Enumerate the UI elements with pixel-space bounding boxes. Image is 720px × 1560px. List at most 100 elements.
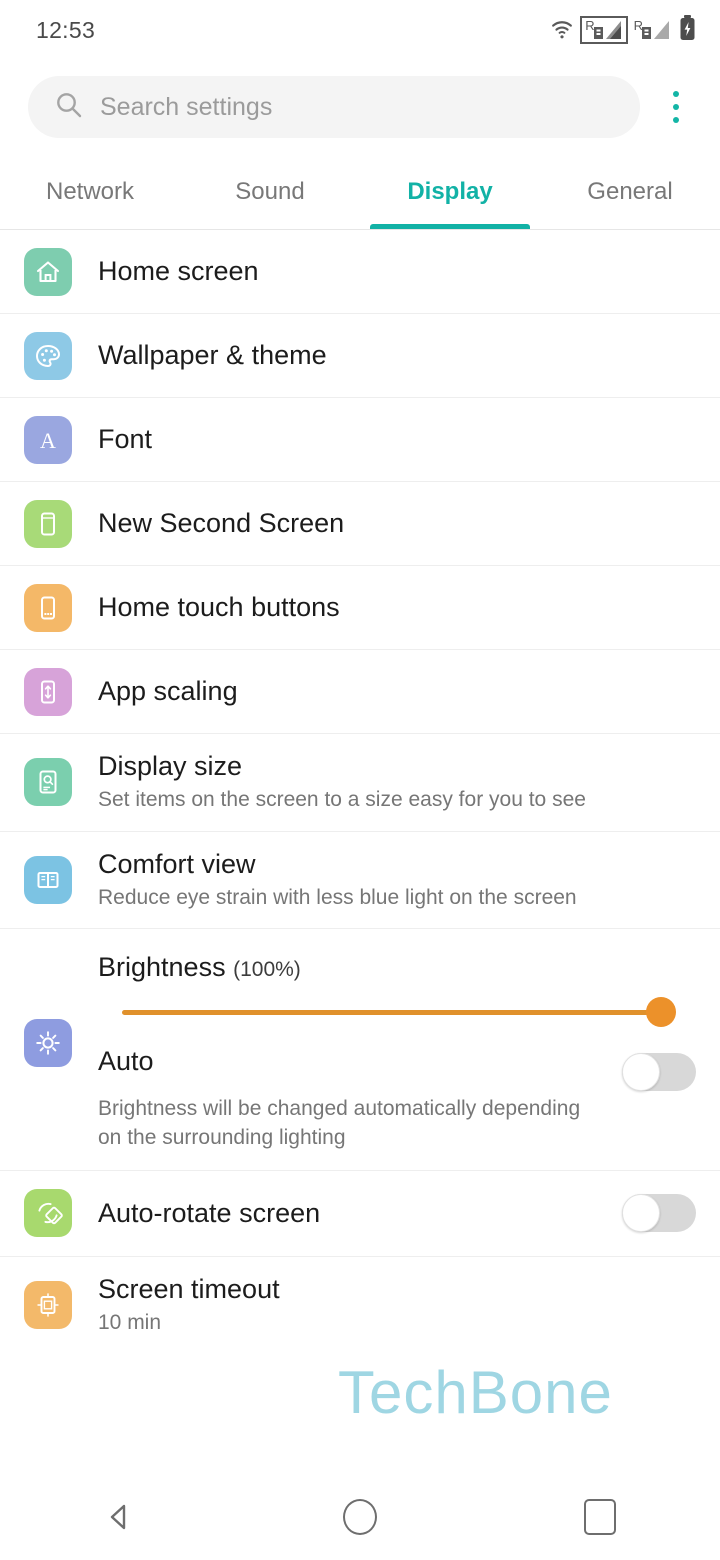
auto-brightness-subtitle: Brightness will be changed automatically… xyxy=(98,1097,581,1149)
list-item-title: Home screen xyxy=(98,256,259,287)
phone-buttons-icon xyxy=(24,583,72,632)
text-cell: Comfort view Reduce eye strain with less… xyxy=(98,848,696,913)
text-cell: Wallpaper & theme xyxy=(98,339,696,371)
auto-rotate-toggle[interactable] xyxy=(622,1194,696,1233)
svg-text:A: A xyxy=(40,428,56,453)
search-row: Search settings xyxy=(0,60,720,154)
text-cell: Auto Brightness will be changed automati… xyxy=(98,1045,606,1152)
slider-track xyxy=(122,997,676,1028)
search-input[interactable]: Search settings xyxy=(28,76,640,138)
brightness-sun-icon xyxy=(24,1018,72,1067)
text-cell: Screen timeout 10 min xyxy=(98,1273,696,1338)
list-item-title: App scaling xyxy=(98,676,238,707)
roaming-label-sim1: R xyxy=(585,18,595,33)
display-size-icon xyxy=(24,758,72,807)
navigation-bar xyxy=(0,1474,720,1560)
text-cell: Font xyxy=(98,423,696,455)
phone-resize-icon xyxy=(24,667,72,716)
brightness-label-row: Brightness (100%) xyxy=(24,951,696,983)
text-cell: New Second Screen xyxy=(98,507,696,539)
text-cell: Display size Set items on the screen to … xyxy=(98,750,696,815)
list-item-subtitle: Reduce eye strain with less blue light o… xyxy=(98,886,577,910)
home-icon xyxy=(24,247,72,296)
font-letter-a-icon: A xyxy=(24,415,72,464)
search-icon xyxy=(54,90,84,125)
icon-cell xyxy=(24,650,98,734)
tab-bar: Network Sound Display General xyxy=(0,154,720,230)
toggle-knob xyxy=(622,1052,660,1091)
icon-cell xyxy=(24,1018,98,1067)
list-item-home-screen[interactable]: Home screen xyxy=(0,230,720,314)
phone-screen-icon xyxy=(24,499,72,548)
toggle-knob xyxy=(622,1194,660,1233)
status-bar: 12:53 R R xyxy=(0,0,720,60)
recents-square-shape xyxy=(584,1499,616,1535)
settings-list: Home screen Wallpaper & theme A Font New… xyxy=(0,230,720,1474)
screen-timeout-title: Screen timeout xyxy=(98,1273,280,1304)
list-item-title: Home touch buttons xyxy=(98,592,340,623)
tab-sound[interactable]: Sound xyxy=(180,154,360,229)
back-icon[interactable] xyxy=(60,1474,180,1560)
battery-charging-icon xyxy=(679,14,696,46)
wifi-icon xyxy=(549,17,575,44)
icon-cell: A xyxy=(24,398,98,482)
slider-knob[interactable] xyxy=(646,997,676,1028)
tab-general[interactable]: General xyxy=(540,154,720,229)
tab-display[interactable]: Display xyxy=(360,154,540,229)
list-item-subtitle: Set items on the screen to a size easy f… xyxy=(98,788,586,812)
brightness-label: Brightness xyxy=(98,952,226,983)
signal-roaming-sim1-icon: R xyxy=(580,16,628,44)
list-item-title: Font xyxy=(98,424,153,455)
status-time: 12:53 xyxy=(36,16,96,43)
icon-cell xyxy=(24,566,98,650)
list-item-home-touch-buttons[interactable]: Home touch buttons xyxy=(0,566,720,650)
list-item-auto-rotate[interactable]: Auto-rotate screen xyxy=(0,1171,720,1257)
kebab-dot xyxy=(673,104,679,110)
rotate-icon xyxy=(24,1189,72,1238)
list-item-new-second-screen[interactable]: New Second Screen xyxy=(0,482,720,566)
auto-rotate-title: Auto-rotate screen xyxy=(98,1198,321,1229)
list-item-title: New Second Screen xyxy=(98,508,345,539)
list-item-font[interactable]: A Font xyxy=(0,398,720,482)
list-item-title: Display size xyxy=(98,751,243,781)
icon-cell xyxy=(24,482,98,566)
screen-timeout-icon xyxy=(24,1281,72,1330)
text-cell: Home touch buttons xyxy=(98,591,696,623)
brightness-block: Brightness (100%) xyxy=(0,929,720,1038)
control-cell xyxy=(606,1194,696,1233)
icon-cell xyxy=(24,314,98,398)
brightness-value: (100%) xyxy=(233,958,301,982)
icon-cell xyxy=(24,1171,98,1255)
roaming-label-sim2: R xyxy=(633,18,643,33)
icon-cell xyxy=(24,856,98,905)
recents-square-icon[interactable] xyxy=(540,1474,660,1560)
list-item-wallpaper-theme[interactable]: Wallpaper & theme xyxy=(0,314,720,398)
brightness-slider[interactable] xyxy=(24,984,696,1028)
list-item-comfort-view[interactable]: Comfort view Reduce eye strain with less… xyxy=(0,832,720,930)
palette-icon xyxy=(24,331,72,380)
list-item-screen-timeout[interactable]: Screen timeout 10 min xyxy=(0,1257,720,1354)
text-cell: App scaling xyxy=(98,675,696,707)
icon-cell xyxy=(24,758,98,807)
list-item-app-scaling[interactable]: App scaling xyxy=(0,650,720,734)
book-icon xyxy=(24,856,72,905)
home-circle-icon[interactable] xyxy=(300,1474,420,1560)
list-item-title: Comfort view xyxy=(98,848,256,879)
home-circle-shape xyxy=(343,1499,377,1535)
text-cell: Auto-rotate screen xyxy=(98,1197,606,1229)
list-item-title: Wallpaper & theme xyxy=(98,340,327,371)
auto-brightness-title: Auto xyxy=(98,1045,154,1076)
screen-timeout-subtitle: 10 min xyxy=(98,1311,162,1335)
status-icons: R R xyxy=(549,14,696,46)
tab-network[interactable]: Network xyxy=(0,154,180,229)
signal-roaming-sim2-icon: R xyxy=(633,19,672,41)
icon-cell xyxy=(24,230,98,314)
list-item-auto-brightness[interactable]: Auto Brightness will be changed automati… xyxy=(0,1018,720,1171)
list-item-display-size[interactable]: Display size Set items on the screen to … xyxy=(0,734,720,832)
more-vertical-icon[interactable] xyxy=(650,76,702,138)
text-cell: Home screen xyxy=(98,255,696,287)
kebab-dot xyxy=(673,91,679,97)
auto-brightness-toggle[interactable] xyxy=(622,1052,696,1091)
icon-cell xyxy=(24,1281,98,1330)
search-placeholder: Search settings xyxy=(100,92,273,121)
